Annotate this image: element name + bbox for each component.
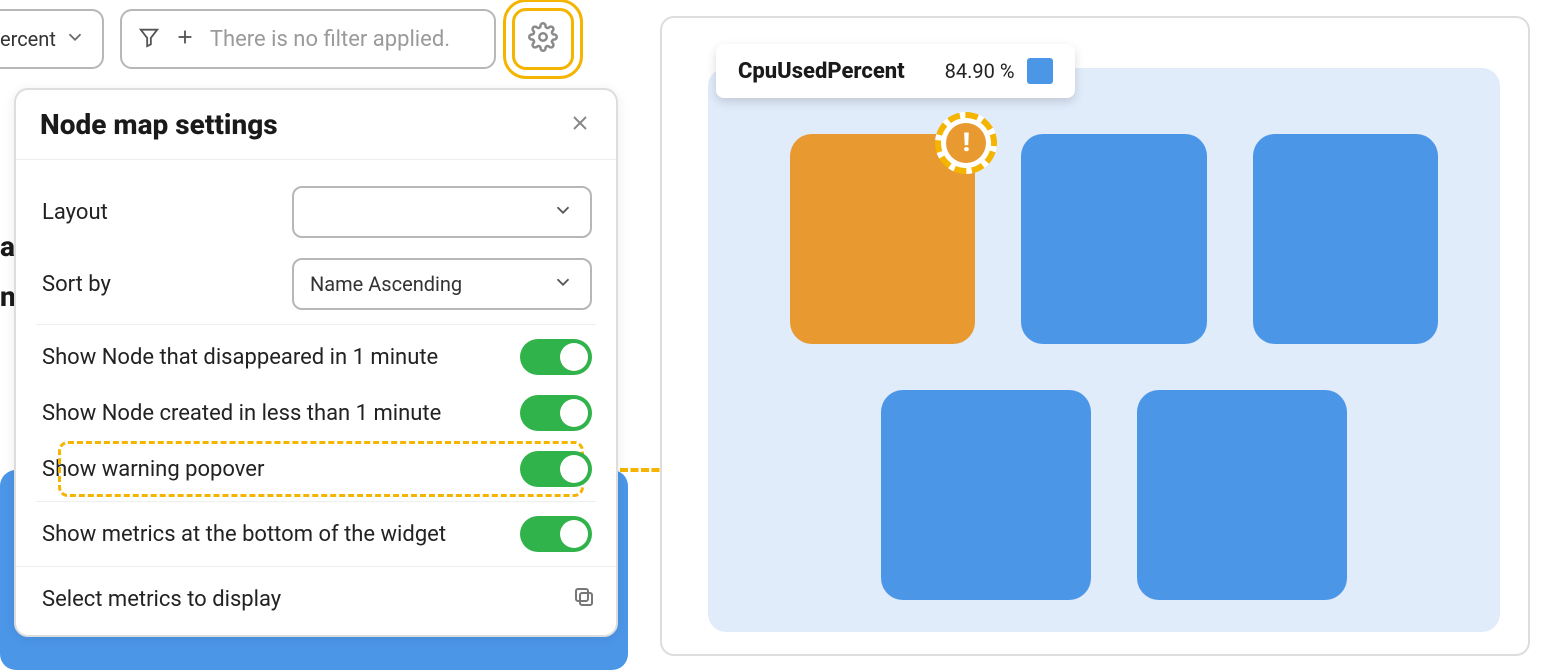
sortby-select-value: Name Ascending xyxy=(310,272,462,296)
filter-icon xyxy=(138,26,160,53)
layout-select[interactable] xyxy=(292,186,592,238)
node-tile[interactable] xyxy=(1021,134,1206,344)
select-metrics-dialog-button[interactable] xyxy=(572,585,596,613)
metric-name: CpuUsedPercent xyxy=(738,59,905,84)
node-map-canvas: ! xyxy=(708,68,1500,632)
toggle-created[interactable] xyxy=(520,395,592,431)
toggle-disappeared[interactable] xyxy=(520,339,592,375)
plus-icon xyxy=(174,26,196,53)
node-map-settings-popover: Node map settings Layout Sort by xyxy=(14,88,618,637)
chevron-down-icon xyxy=(64,26,86,53)
sortby-select[interactable]: Name Ascending xyxy=(292,258,592,310)
layout-label: Layout xyxy=(42,200,108,225)
filter-input[interactable]: There is no filter applied. xyxy=(120,9,496,69)
warning-popover-badge[interactable]: ! xyxy=(935,112,997,174)
toggle-warning-popover[interactable] xyxy=(520,451,592,487)
node-tile[interactable] xyxy=(1253,134,1438,344)
metric-tooltip: CpuUsedPercent 84.90 % xyxy=(716,44,1075,98)
metric-value: 84.90 % xyxy=(945,59,1015,83)
display-mode-label: ercent xyxy=(0,27,56,51)
dialog-icon xyxy=(572,594,596,613)
warning-icon: ! xyxy=(946,123,986,163)
node-tile[interactable] xyxy=(1137,390,1347,600)
node-tile-warn[interactable]: ! xyxy=(790,134,975,344)
toggle-metrics-bottom-label: Show metrics at the bottom of the widget xyxy=(42,522,446,547)
node-tile[interactable] xyxy=(881,390,1091,600)
close-icon xyxy=(568,120,592,139)
sortby-label: Sort by xyxy=(42,272,111,297)
highlight-outline xyxy=(58,441,584,497)
settings-button[interactable] xyxy=(512,8,574,70)
toggle-created-label: Show Node created in less than 1 minute xyxy=(42,401,441,426)
display-mode-select[interactable]: ercent xyxy=(0,9,104,69)
node-map-widget: ! CpuUsedPercent 84.90 % xyxy=(660,16,1530,656)
popover-title: Node map settings xyxy=(40,108,278,141)
chevron-down-icon xyxy=(552,271,574,298)
metric-color-swatch xyxy=(1027,58,1053,84)
gear-icon xyxy=(528,22,558,56)
toggle-metrics-bottom[interactable] xyxy=(520,516,592,552)
toggle-disappeared-label: Show Node that disappeared in 1 minute xyxy=(42,345,438,370)
select-metrics-label[interactable]: Select metrics to display xyxy=(42,587,281,612)
filter-placeholder: There is no filter applied. xyxy=(210,27,450,52)
close-button[interactable] xyxy=(568,111,592,139)
chevron-down-icon xyxy=(552,199,574,226)
